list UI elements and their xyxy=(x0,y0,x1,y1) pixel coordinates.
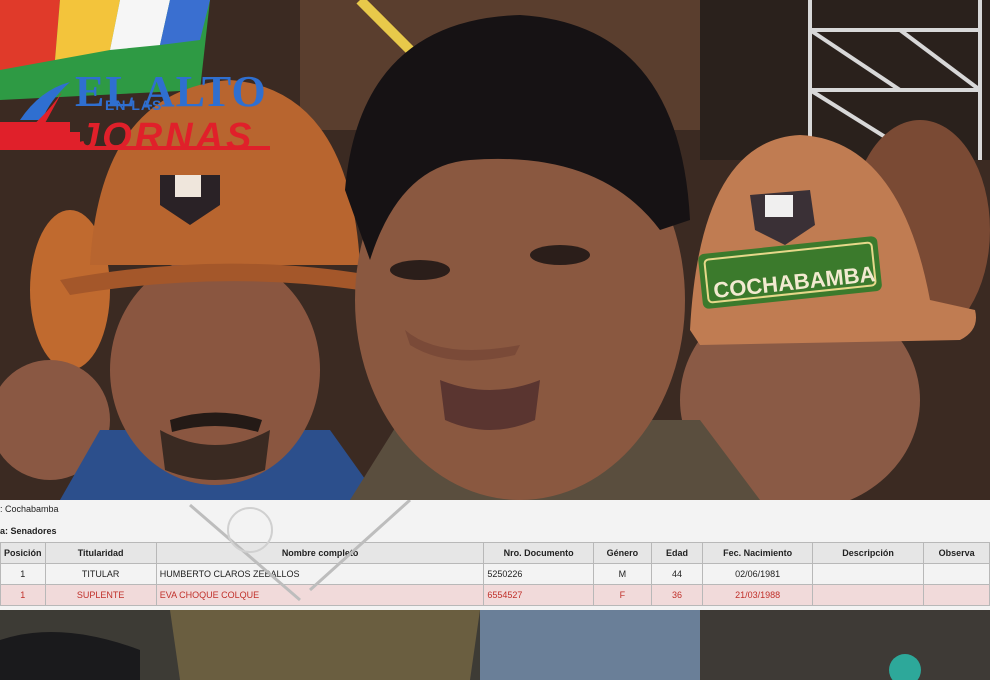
table-row: 1 TITULAR HUMBERTO CLAROS ZEBALLOS 52502… xyxy=(0,563,990,585)
table-row: 1 SUPLENTE EVA CHOQUE COLQUE 6554527 F 3… xyxy=(0,584,990,606)
cell-posicion: 1 xyxy=(0,563,46,585)
cell-nacimiento: 02/06/1981 xyxy=(702,563,813,585)
cell-nombre: HUMBERTO CLAROS ZEBALLOS xyxy=(155,563,485,585)
column-header: Género xyxy=(592,542,652,564)
column-header: Nro. Documento xyxy=(483,542,594,564)
cell-observacion xyxy=(923,584,990,606)
column-header: Edad xyxy=(650,542,704,564)
candidates-table: Posición Titularidad Nombre completo Nro… xyxy=(0,542,990,606)
cell-descripcion xyxy=(811,584,925,606)
cell-edad: 36 xyxy=(650,584,704,606)
column-header: Nombre completo xyxy=(155,542,485,564)
cell-nombre: EVA CHOQUE COLQUE xyxy=(155,584,485,606)
column-header: Posición xyxy=(0,542,46,564)
cell-nacimiento: 21/03/1988 xyxy=(702,584,813,606)
cell-documento: 6554527 xyxy=(483,584,594,606)
column-header: Titularidad xyxy=(44,542,157,564)
cell-genero: M xyxy=(592,563,652,585)
cell-titularidad: SUPLENTE xyxy=(44,584,157,606)
position-line: a: Senadores xyxy=(0,526,57,536)
cell-descripcion xyxy=(811,563,925,585)
department-line: : Cochabamba xyxy=(0,504,59,514)
cell-observacion xyxy=(923,563,990,585)
cell-genero: F xyxy=(592,584,652,606)
column-header: Fec. Nacimiento xyxy=(702,542,813,564)
table-header-row: Posición Titularidad Nombre completo Nro… xyxy=(0,542,990,564)
column-header: Observa xyxy=(923,542,990,564)
logo-text-el-alto: EL ALTO xyxy=(75,67,267,116)
logo-text-en-las: EN LAS xyxy=(105,97,163,113)
column-header: Descripción xyxy=(811,542,925,564)
logo-text-jornadas: JORNAS xyxy=(78,116,255,158)
cell-edad: 44 xyxy=(650,563,704,585)
candidate-registry-document: : Cochabamba a: Senadores Posición Titul… xyxy=(0,500,990,610)
cell-titularidad: TITULAR xyxy=(44,563,157,585)
cell-posicion: 1 xyxy=(0,584,46,606)
cell-documento: 5250226 xyxy=(483,563,594,585)
